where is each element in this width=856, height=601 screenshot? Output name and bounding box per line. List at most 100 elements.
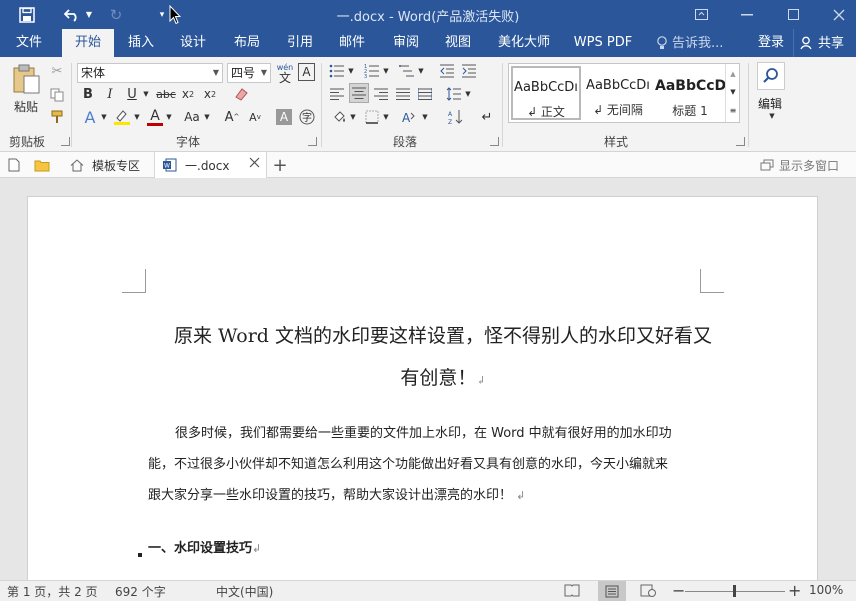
language[interactable]: 中文(中国) — [216, 583, 273, 600]
style-no-spacing[interactable]: AaBbCcDı ↲ 无间隔 — [583, 66, 653, 120]
shading-icon[interactable] — [329, 107, 349, 127]
multilevel-list-dropdown-icon[interactable]: ▼ — [417, 62, 425, 80]
paragraph-launcher-icon[interactable] — [490, 137, 499, 146]
justify-icon[interactable] — [393, 84, 413, 104]
find-icon[interactable] — [757, 62, 785, 90]
line-spacing-icon[interactable] — [444, 84, 464, 104]
bold-icon[interactable]: B — [79, 84, 97, 104]
tab-insert[interactable]: 插入 — [118, 29, 164, 57]
show-marks-icon[interactable]: ↵ — [477, 107, 497, 127]
phonetic-guide-icon[interactable]: wén 文 — [275, 61, 295, 85]
shrink-font-icon[interactable]: Av — [246, 107, 264, 127]
change-case-dropdown-icon[interactable]: ▼ — [203, 107, 211, 127]
editing-dropdown-icon[interactable]: ▼ — [765, 110, 779, 122]
change-case-icon[interactable]: Aa — [180, 107, 204, 127]
style-preview: AaBbCcD — [655, 78, 725, 94]
character-shading-icon[interactable]: A — [276, 109, 292, 125]
zoom-out-icon[interactable]: − — [672, 581, 685, 600]
folder-icon[interactable] — [34, 152, 54, 178]
font-color-icon[interactable]: A — [145, 107, 165, 127]
template-zone-tab[interactable]: 模板专区 — [64, 152, 154, 178]
font-name-select[interactable]: 宋体 ▼ — [77, 63, 223, 83]
scroll-up-icon[interactable]: ▲ — [726, 66, 740, 82]
ribbon-display-icon[interactable] — [678, 0, 724, 29]
tab-design[interactable]: 设计 — [170, 29, 216, 57]
minimize-icon[interactable] — [724, 0, 770, 29]
underline-dropdown-icon[interactable]: ▼ — [142, 84, 150, 104]
decrease-indent-icon[interactable] — [437, 62, 457, 80]
borders-dropdown-icon[interactable]: ▼ — [382, 107, 390, 127]
styles-launcher-icon[interactable] — [736, 137, 745, 146]
chinese-layout-icon[interactable]: A — [397, 107, 421, 127]
underline-icon[interactable]: U — [123, 84, 141, 104]
scroll-down-icon[interactable]: ▼ — [726, 84, 740, 100]
shading-dropdown-icon[interactable]: ▼ — [349, 107, 357, 127]
tab-mailings[interactable]: 邮件 — [329, 29, 375, 57]
strikethrough-icon[interactable]: abc — [155, 84, 177, 104]
subscript-icon[interactable]: x2 — [179, 84, 197, 104]
style-heading-1[interactable]: AaBbCcD 标题 1 — [655, 66, 725, 120]
styles-more-icon[interactable]: ≡ — [726, 102, 740, 118]
share-button[interactable]: 共享 — [793, 29, 855, 57]
superscript-icon[interactable]: x2 — [201, 84, 219, 104]
tab-view[interactable]: 视图 — [435, 29, 481, 57]
document-page[interactable]: 原来 Word 文档的水印要这样设置，怪不得别人的水印又好看又 有创意！↲ 很多… — [27, 196, 818, 586]
multilevel-list-icon[interactable] — [397, 62, 417, 80]
numbering-dropdown-icon[interactable]: ▼ — [382, 62, 390, 80]
page-count[interactable]: 第 1 页，共 2 页 — [7, 583, 98, 600]
tab-references[interactable]: 引用 — [277, 29, 323, 57]
tab-home[interactable]: 开始 — [62, 29, 114, 57]
align-left-icon[interactable] — [327, 84, 347, 104]
copy-icon[interactable] — [48, 85, 66, 105]
tab-wps-pdf[interactable]: WPS PDF — [568, 29, 638, 57]
tab-review[interactable]: 审阅 — [383, 29, 429, 57]
document-tab-active[interactable]: W 一.docx — [154, 152, 267, 178]
paste-button[interactable]: 粘贴 — [8, 63, 44, 115]
text-effects-icon[interactable]: A — [79, 107, 101, 127]
font-color-dropdown-icon[interactable]: ▼ — [165, 107, 173, 127]
font-size-select[interactable]: 四号 ▼ — [227, 63, 271, 83]
tab-layout[interactable]: 布局 — [224, 29, 270, 57]
line-spacing-dropdown-icon[interactable]: ▼ — [464, 84, 472, 104]
align-center-icon[interactable] — [349, 83, 369, 103]
zoom-level[interactable]: 100% — [809, 583, 843, 597]
web-layout-icon[interactable] — [640, 584, 656, 600]
close-tab-icon[interactable] — [249, 157, 260, 171]
new-document-icon[interactable] — [8, 152, 28, 178]
align-right-icon[interactable] — [371, 84, 391, 104]
print-layout-icon[interactable] — [598, 581, 626, 601]
show-multi-window-button[interactable]: 显示多窗口 — [760, 152, 839, 178]
enclose-characters-icon[interactable]: 字 — [297, 107, 317, 127]
add-tab-icon[interactable]: + — [270, 152, 290, 178]
zoom-slider-thumb[interactable] — [733, 585, 736, 597]
numbering-icon[interactable]: 123 — [362, 62, 382, 80]
highlight-icon[interactable] — [111, 107, 133, 127]
read-mode-icon[interactable] — [564, 584, 580, 600]
character-border-icon[interactable]: A — [298, 63, 315, 81]
clear-formatting-icon[interactable] — [231, 84, 251, 104]
bullets-icon[interactable] — [327, 62, 347, 80]
text-effects-dropdown-icon[interactable]: ▼ — [100, 107, 108, 127]
borders-icon[interactable] — [362, 107, 382, 127]
cut-icon[interactable]: ✂ — [48, 61, 66, 81]
zoom-in-icon[interactable]: + — [788, 581, 801, 600]
tell-me-box[interactable]: 告诉我... — [656, 29, 723, 57]
word-count[interactable]: 692 个字 — [115, 583, 166, 600]
sort-icon[interactable]: AZ — [446, 107, 466, 127]
highlight-dropdown-icon[interactable]: ▼ — [133, 107, 141, 127]
login-link[interactable]: 登录 — [758, 29, 784, 57]
close-icon[interactable] — [816, 0, 856, 29]
tab-file[interactable]: 文件 — [6, 29, 52, 57]
style-normal[interactable]: AaBbCcDı ↲ 正文 — [511, 66, 581, 120]
maximize-icon[interactable] — [770, 0, 816, 29]
bullets-dropdown-icon[interactable]: ▼ — [347, 62, 355, 80]
font-launcher-icon[interactable] — [308, 137, 317, 146]
clipboard-launcher-icon[interactable] — [61, 137, 70, 146]
tab-beautify-master[interactable]: 美化大师 — [492, 29, 556, 57]
chinese-layout-dropdown-icon[interactable]: ▼ — [421, 107, 429, 127]
increase-indent-icon[interactable] — [459, 62, 479, 80]
format-painter-icon[interactable] — [48, 107, 66, 127]
grow-font-icon[interactable]: A ^ — [223, 107, 241, 127]
distributed-icon[interactable] — [415, 84, 435, 104]
italic-icon[interactable]: I — [101, 84, 119, 104]
